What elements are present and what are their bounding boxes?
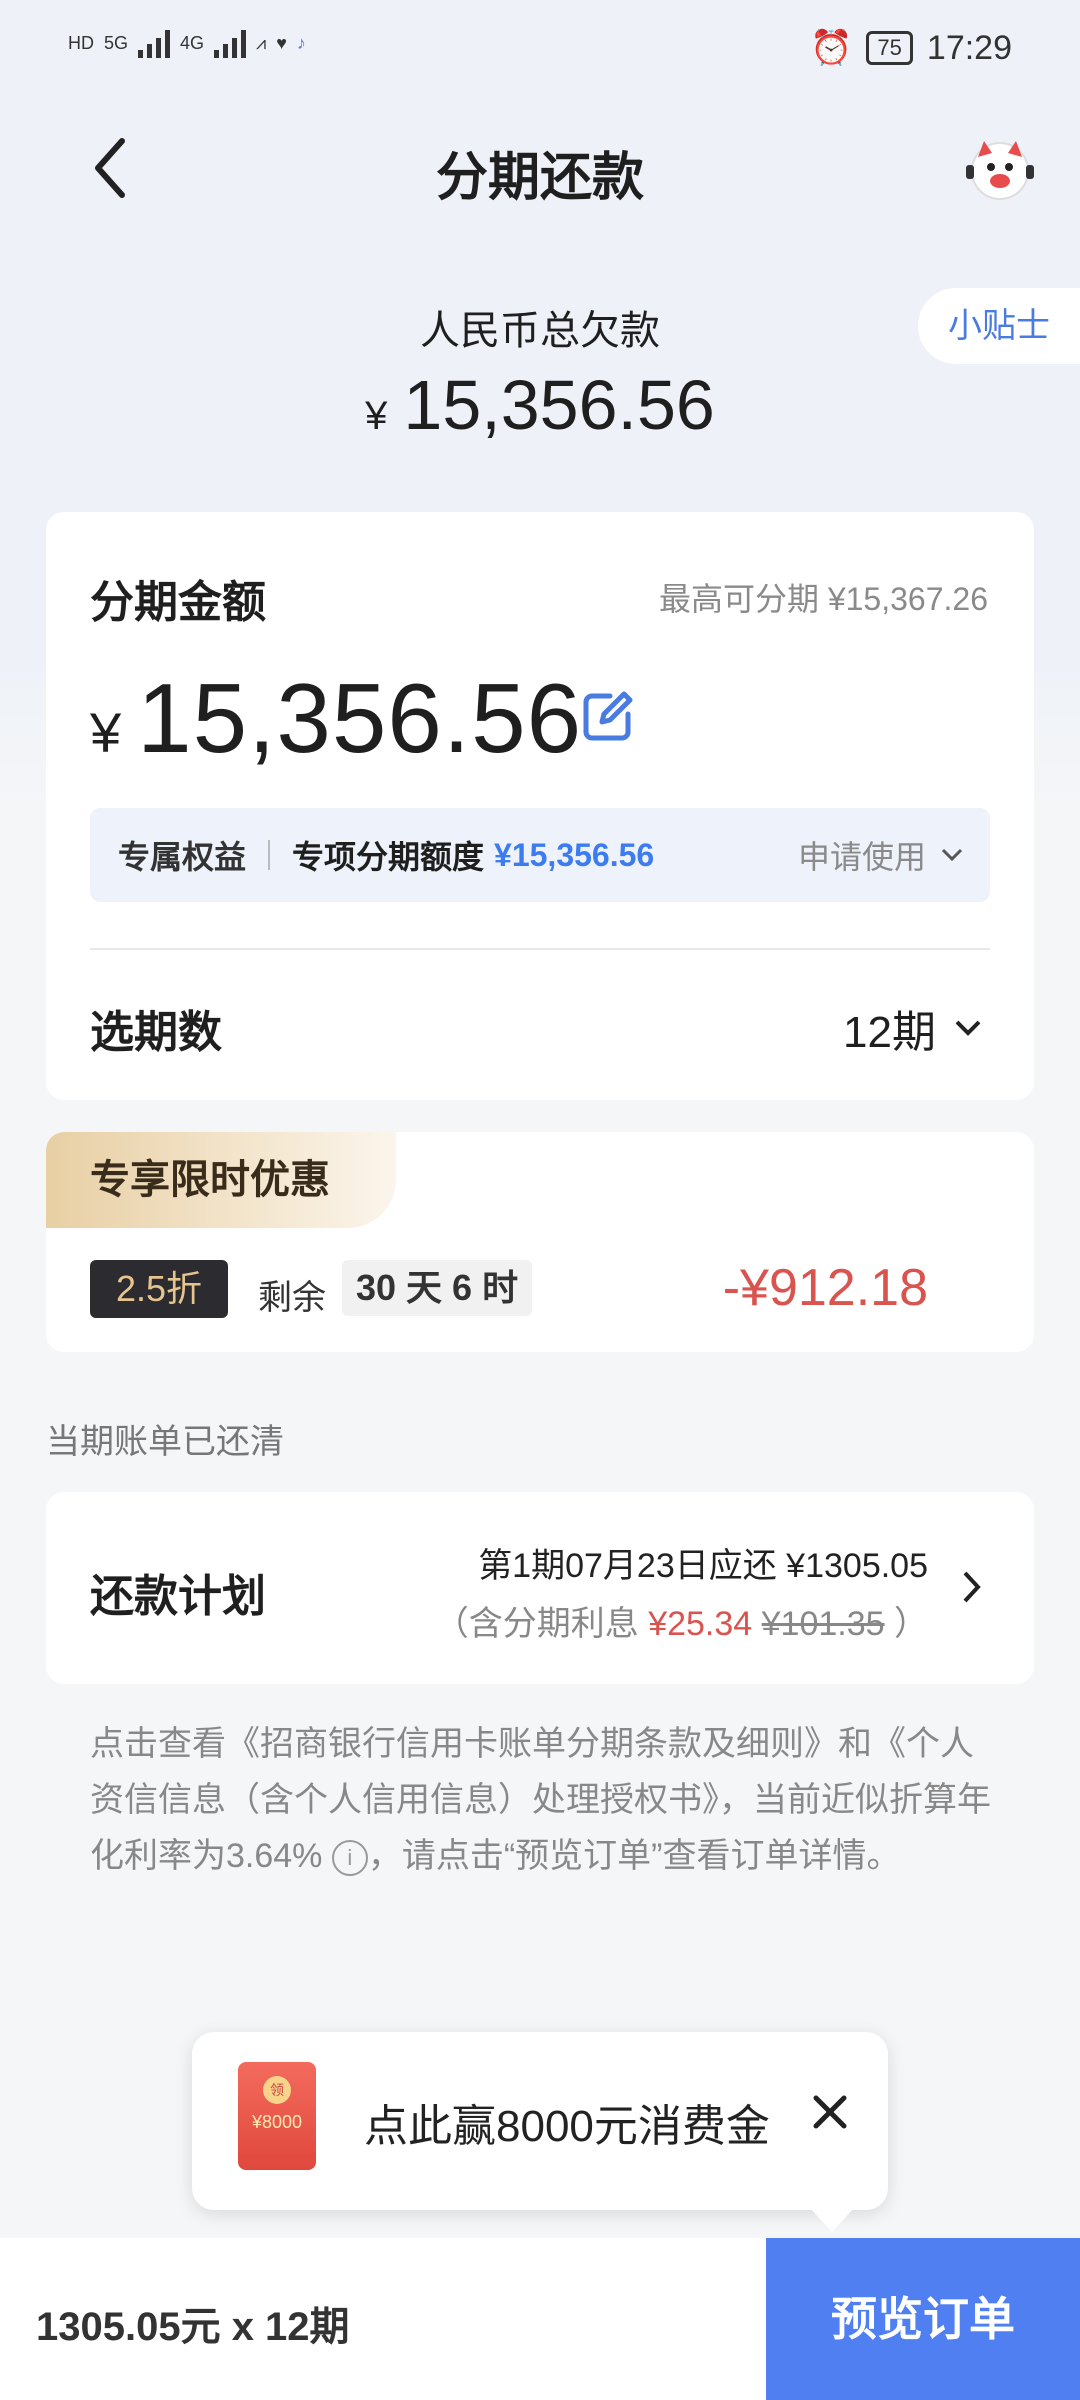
installment-card: 分期金额 最高可分期 ¥15,367.26 ¥ 15,356.56 专属权益 专… <box>46 512 1034 1100</box>
installment-amount: ¥ 15,356.56 <box>90 662 582 775</box>
total-debt-value: 15,356.56 <box>403 366 715 444</box>
network-5g-label: 5G <box>104 32 129 53</box>
chevron-down-icon <box>955 1020 981 1036</box>
plan-title: 还款计划 <box>90 1572 266 1621</box>
max-installment-label: 最高可分期 ¥15,367.26 <box>658 581 988 617</box>
clock: 17:29 <box>926 28 1012 67</box>
edit-icon[interactable] <box>580 688 636 744</box>
periods-value: 12期 <box>843 1008 936 1057</box>
chevron-right-icon <box>963 1571 981 1603</box>
interest-suffix: ） <box>894 1605 928 1643</box>
toast-text: 点此赢8000元消费金 <box>364 2102 770 2151</box>
installment-amount-value: 15,356.56 <box>137 663 583 773</box>
remaining-time: 30 天 6 时 <box>342 1260 533 1316</box>
payment-summary: 1305.05元 x 12期 <box>36 2305 350 2349</box>
repayment-plan-card[interactable]: 还款计划 第1期07月23日应还 ¥1305.05 （含分期利息 ¥25.34 … <box>46 1492 1034 1684</box>
nav-header: 分期还款 <box>0 105 1080 235</box>
chevron-down-icon <box>941 848 963 862</box>
discount-badge: 2.5折 <box>90 1260 228 1318</box>
promo-card: 专享限时优惠 2.5折 剩余 30 天 6 时 -¥912.18 <box>46 1132 1034 1352</box>
divider <box>90 948 990 950</box>
info-icon[interactable]: i <box>331 1840 368 1877</box>
assistant-mascot-icon[interactable] <box>964 135 1036 203</box>
music-icon: ♪ <box>296 32 306 53</box>
exclusive-perk-row[interactable]: 专属权益 专项分期额度 ¥15,356.56 申请使用 <box>90 808 990 902</box>
currency-symbol: ¥ <box>365 394 388 438</box>
plan-first-payment: 第1期07月23日应还 ¥1305.05 <box>478 1547 928 1585</box>
plan-interest-line: （含分期利息 ¥25.34 ¥101.35 ） <box>435 1596 928 1645</box>
status-bar: HD 5G 4G ⩘ ♥ ♪ ⏰ 75 17:29 <box>0 0 1080 105</box>
original-interest: ¥101.35 <box>761 1605 885 1643</box>
red-packet-icon: 领 ¥8000 <box>238 2062 316 2170</box>
terms-tail-text: ，请点击“预览订单”查看订单详情。 <box>367 1837 901 1875</box>
status-right: ⏰ 75 17:29 <box>810 28 1012 68</box>
currency-symbol: ¥ <box>90 701 122 764</box>
terms-text: 点击查看《招商银行信用卡账单分期条款及细则》和《个人资信信息（含个人信用信息）处… <box>90 1716 994 1884</box>
periods-selector[interactable]: 12期 <box>843 996 982 1060</box>
saving-amount: -¥912.18 <box>722 1259 928 1317</box>
coin-icon: 领 <box>263 2076 291 2104</box>
total-debt-amount: ¥15,356.56 <box>0 365 1080 445</box>
perk-label: 专项分期额度 <box>292 839 485 875</box>
remaining-label: 剩余 <box>258 1279 326 1317</box>
battery-icon: 75 <box>866 31 913 65</box>
red-packet-label: ¥8000 <box>251 2112 303 2132</box>
bill-paid-note: 当期账单已还清 <box>46 1423 284 1461</box>
perk-divider <box>268 840 271 870</box>
shield-icon: ♥ <box>276 32 287 53</box>
page-title: 分期还款 <box>435 149 644 207</box>
preview-order-button[interactable]: 预览订单 <box>766 2238 1080 2400</box>
alarm-icon: ⏰ <box>810 29 853 67</box>
signal-icon <box>138 28 171 58</box>
interest-prefix: （含分期利息 <box>434 1605 639 1643</box>
network-4g-label: 4G <box>180 32 205 53</box>
status-left: HD 5G 4G ⩘ ♥ ♪ <box>68 28 306 58</box>
close-icon[interactable] <box>812 2094 848 2130</box>
wifi-icon: ⩘ <box>256 32 267 53</box>
perk-amount: ¥15,356.56 <box>494 836 655 873</box>
promo-toast[interactable]: 领 ¥8000 点此赢8000元消费金 <box>192 2032 888 2232</box>
signal-icon-2 <box>214 28 247 58</box>
interest-amount: ¥25.34 <box>648 1605 753 1643</box>
perk-tag: 专属权益 <box>118 838 247 876</box>
promo-banner: 专享限时优惠 <box>46 1132 396 1228</box>
perk-apply-link[interactable]: 申请使用 <box>798 832 926 878</box>
hd-icon: HD <box>68 32 94 53</box>
bottom-bar: 1305.05元 x 12期 预览订单 <box>0 2238 1080 2400</box>
tips-button[interactable]: 小贴士 <box>918 288 1080 364</box>
installment-title: 分期金额 <box>90 578 266 627</box>
periods-label: 选期数 <box>90 1008 222 1057</box>
